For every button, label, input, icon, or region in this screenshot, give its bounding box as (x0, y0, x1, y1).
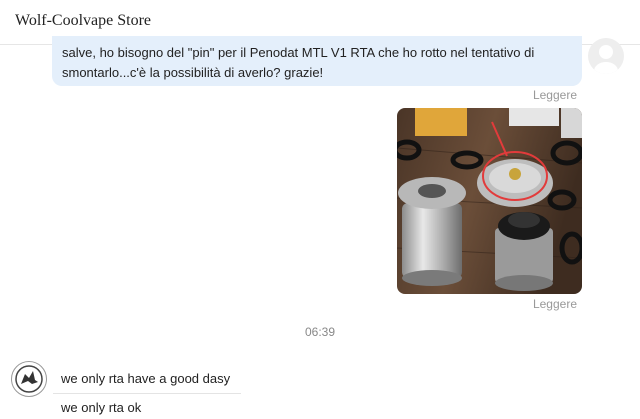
sent-photo[interactable] (397, 108, 582, 294)
incoming-message: we only rta ok (61, 400, 142, 415)
outgoing-message: salve, ho bisogno del "pin" per il Penod… (52, 36, 582, 86)
user-avatar-icon (588, 38, 624, 74)
wolf-logo-icon (11, 361, 47, 397)
store-name[interactable]: Wolf-Coolvape Store (15, 12, 151, 30)
read-status: Leggere (532, 88, 577, 102)
timestamp: 06:39 (304, 325, 336, 339)
incoming-message: we only rta have a good dasy (61, 371, 231, 386)
message-divider (53, 393, 241, 394)
read-status: Leggere (532, 297, 577, 311)
